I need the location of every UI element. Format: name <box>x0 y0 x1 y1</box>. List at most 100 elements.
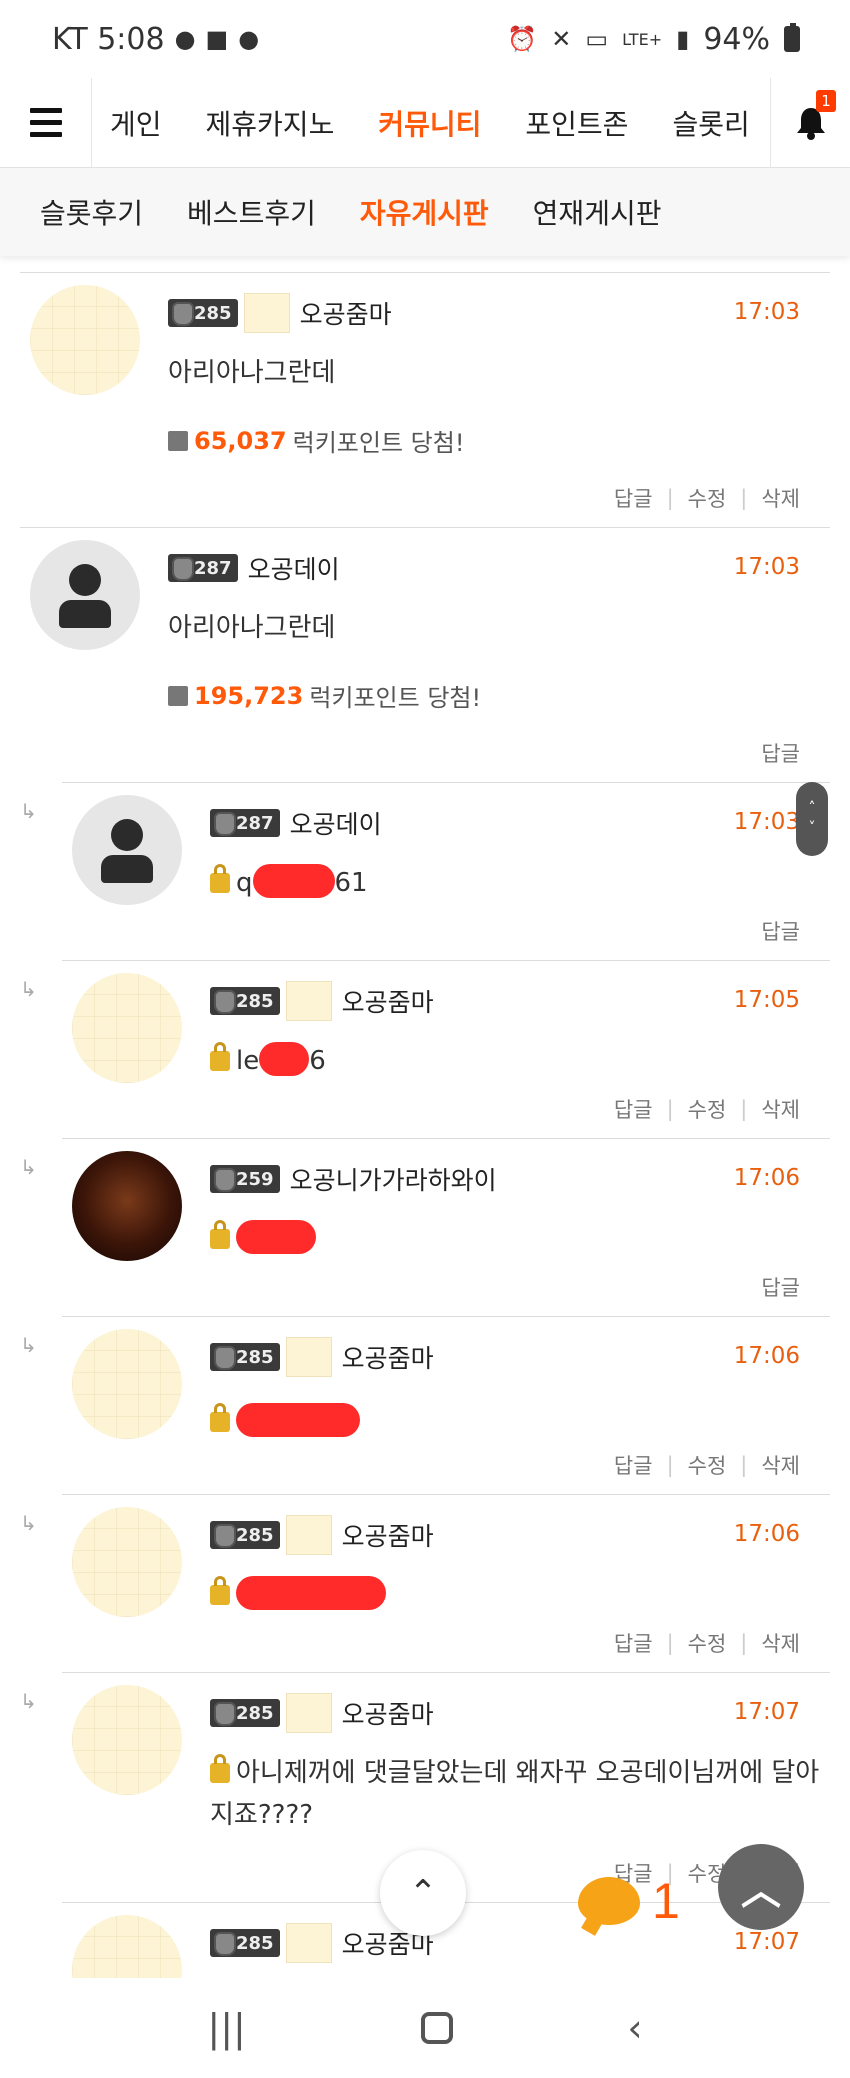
person-icon <box>111 819 143 851</box>
nav-items: 게인 제휴카지노 커뮤니티 포인트존 슬롯리 <box>92 78 770 168</box>
comment-time: 17:03 <box>733 299 800 325</box>
comment-text <box>210 1219 820 1261</box>
tab-slot-review[interactable]: 슬롯후기 <box>40 192 143 232</box>
reply-comment: ↳ 285 오공줌마 17:05 le 6 답글 | 수정 | 삭제 <box>20 960 830 1138</box>
lucky-point-value: 65,037 <box>194 426 287 455</box>
avatar[interactable] <box>30 540 140 650</box>
level-badge: 285 <box>210 1343 280 1371</box>
scrollbar-thumb[interactable]: ˄ ˅ <box>796 782 828 856</box>
scroll-top-button[interactable]: ⌃ <box>380 1850 466 1936</box>
person-icon <box>69 564 101 596</box>
reply-button[interactable]: 답글 <box>761 916 800 946</box>
edit-button[interactable]: 수정 <box>688 1450 727 1480</box>
reply-button[interactable]: 답글 <box>761 1272 800 1302</box>
lucky-point: 195,723 럭키포인트 당첨! <box>168 678 481 713</box>
lock-icon <box>210 864 230 893</box>
user-emblem-icon <box>285 1693 332 1733</box>
level-badge: 285 <box>210 1929 280 1957</box>
comment-header: 285 오공줌마 <box>210 1693 434 1733</box>
scroll-up-button[interactable]: ︿ <box>718 1844 804 1930</box>
reply-comment: ↳ 287 오공데이 17:03 q 61 답글 <box>20 782 830 960</box>
reply-button[interactable]: 답글 <box>614 1094 653 1124</box>
tab-serial-board[interactable]: 연재게시판 <box>533 192 662 232</box>
reply-comment: ↳ 285 오공줌마 17:06 답글 | 수정 | 삭제 <box>20 1494 830 1672</box>
level-badge: 285 <box>210 1699 280 1727</box>
comment-header: 285 오공줌마 <box>210 1923 434 1963</box>
speech-bubble-icon <box>578 1877 640 1925</box>
edit-button[interactable]: 수정 <box>688 1628 727 1658</box>
nav-item-partner-casino[interactable]: 제휴카지노 <box>184 103 357 143</box>
system-nav-bar: ||| ‹ <box>0 1978 850 2078</box>
comment-time: 17:06 <box>733 1343 800 1369</box>
home-icon[interactable] <box>420 2012 453 2044</box>
edit-button[interactable]: 수정 <box>688 483 727 513</box>
signal-icon: ▮ <box>676 25 690 53</box>
comment-actions: 답글 <box>761 1272 800 1302</box>
battery-icon <box>784 23 800 52</box>
avatar[interactable] <box>72 1685 182 1795</box>
comment: 285 오공줌마 17:03 아리아나그란데 65,037 럭키포인트 당첨! … <box>20 272 830 527</box>
avatar[interactable] <box>72 1329 182 1439</box>
comment-text <box>210 1575 820 1617</box>
avatar[interactable] <box>30 285 140 395</box>
nickname[interactable]: 오공줌마 <box>300 295 392 331</box>
nickname[interactable]: 오공데이 <box>248 550 340 586</box>
nickname[interactable]: 오공니가가라하와이 <box>290 1161 497 1197</box>
lock-icon <box>210 1576 230 1605</box>
nickname[interactable]: 오공줌마 <box>342 1339 434 1375</box>
comment-header: 285 오공줌마 <box>210 1515 434 1555</box>
user-emblem-icon <box>285 981 332 1021</box>
comment-header: 287 오공데이 <box>210 805 382 841</box>
reply-arrow-icon: ↳ <box>20 1689 37 1713</box>
tab-best-review[interactable]: 베스트후기 <box>187 192 316 232</box>
comment-text: 아리아나그란데 <box>168 613 336 643</box>
notification-button[interactable]: 1 <box>770 77 850 168</box>
comment-header: 287 오공데이 <box>168 550 340 586</box>
menu-icon[interactable] <box>0 77 92 168</box>
app-icon: ■ <box>205 25 229 53</box>
reply-arrow-icon: ↳ <box>20 799 37 823</box>
nickname[interactable]: 오공줌마 <box>342 983 434 1019</box>
nickname[interactable]: 오공데이 <box>290 805 382 841</box>
redaction-mark <box>236 1403 360 1437</box>
comment-actions: 답글| 수정| 삭제 <box>614 483 800 513</box>
nickname[interactable]: 오공줌마 <box>342 1517 434 1553</box>
carrier-time: KT 5:08 <box>52 21 165 57</box>
mute-icon: ✕ <box>551 25 572 53</box>
comment-text: l406 <box>210 1397 820 1444</box>
delete-button[interactable]: 삭제 <box>761 1628 800 1658</box>
avatar[interactable] <box>72 973 182 1083</box>
comment-count-button[interactable]: 1 <box>578 1872 680 1930</box>
edit-button[interactable]: 수정 <box>688 1094 727 1124</box>
avatar[interactable] <box>72 1507 182 1617</box>
redaction-mark <box>259 1042 310 1076</box>
text-fragment: 61 <box>334 868 368 898</box>
delete-button[interactable]: 삭제 <box>761 483 800 513</box>
reply-button[interactable]: 답글 <box>761 738 800 768</box>
comment: 287 오공데이 17:03 아리아나그란데 195,723 럭키포인트 당첨!… <box>20 527 830 782</box>
level-badge: 287 <box>168 554 238 582</box>
comment-text: 아리아나그란데 <box>168 358 336 388</box>
comment-count: 1 <box>652 1873 680 1929</box>
tab-free-board[interactable]: 자유게시판 <box>360 192 489 232</box>
battery-percent: 94% <box>703 21 770 57</box>
reply-button[interactable]: 답글 <box>614 1450 653 1480</box>
comment-actions: 답글| 수정| 삭제 <box>614 1628 800 1658</box>
comment-time: 17:03 <box>733 554 800 580</box>
reply-button[interactable]: 답글 <box>614 483 653 513</box>
avatar[interactable] <box>72 795 182 905</box>
back-icon[interactable]: ‹ <box>627 2006 642 2050</box>
nickname[interactable]: 오공줌마 <box>342 1695 434 1731</box>
nav-item-point-zone[interactable]: 포인트존 <box>503 103 650 143</box>
delete-button[interactable]: 삭제 <box>761 1094 800 1124</box>
nav-item-slot[interactable]: 슬롯리 <box>650 103 770 143</box>
nav-item-community[interactable]: 커뮤니티 <box>356 103 503 143</box>
nav-item-game[interactable]: 게인 <box>92 103 184 143</box>
reply-button[interactable]: 답글 <box>614 1628 653 1658</box>
lucky-point: 65,037 럭키포인트 당첨! <box>168 423 464 458</box>
avatar[interactable] <box>72 1151 182 1261</box>
delete-button[interactable]: 삭제 <box>761 1450 800 1480</box>
comment-actions: 답글| 수정| 삭제 <box>614 1450 800 1480</box>
recent-apps-icon[interactable]: ||| <box>207 2006 245 2050</box>
comment-actions: 답글| 수정| 삭제 <box>614 1094 800 1124</box>
